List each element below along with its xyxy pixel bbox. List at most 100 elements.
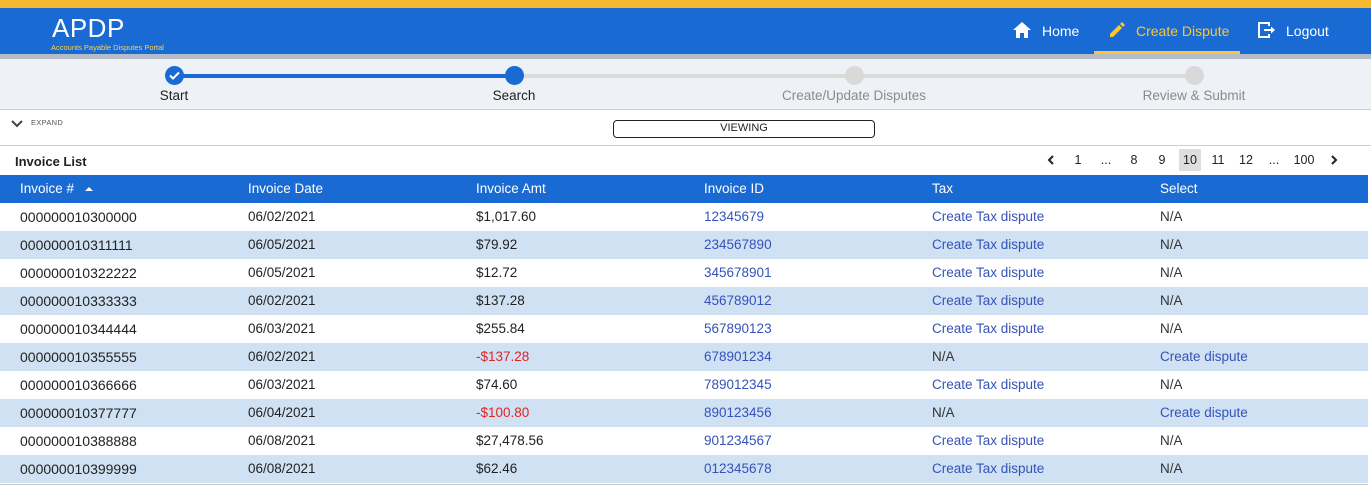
table-row: 000000010311111 06/05/2021 $79.92 234567890… — [0, 231, 1368, 259]
page-ellipsis: ... — [1100, 153, 1112, 167]
tax-na-cell: N/A — [932, 405, 955, 420]
select-na-cell: N/A — [1160, 293, 1183, 308]
select-na-cell: N/A — [1160, 265, 1183, 280]
invoice-id-link[interactable]: 345678901 — [704, 259, 772, 287]
invoice-number-cell: 000000010399999 — [20, 461, 137, 477]
create-tax-dispute-link[interactable]: Create Tax dispute — [932, 455, 1044, 483]
nav-logout-label: Logout — [1286, 23, 1329, 39]
invoice-id-link[interactable]: 456789012 — [704, 287, 772, 315]
chevron-left-icon — [1047, 155, 1054, 165]
top-accent-bar — [0, 0, 1371, 8]
invoice-id-link[interactable]: 567890123 — [704, 315, 772, 343]
invoice-number-cell: 000000010333333 — [20, 293, 137, 309]
nav-logout[interactable]: Logout — [1256, 8, 1329, 54]
tax-na-cell: N/A — [932, 349, 955, 364]
invoice-id-link[interactable]: 901234567 — [704, 427, 772, 455]
create-tax-dispute-link[interactable]: Create Tax dispute — [932, 287, 1044, 315]
column-header-invoice-amt[interactable]: Invoice Amt — [476, 175, 546, 203]
invoice-number-cell: 000000010388888 — [20, 433, 137, 449]
table-row: 000000010344444 06/03/2021 $255.84 56789012… — [0, 315, 1368, 343]
logout-icon — [1256, 21, 1286, 42]
invoice-amount-cell: -$137.28 — [476, 349, 530, 364]
page-button[interactable]: 12 — [1235, 149, 1257, 171]
invoice-number-cell: 000000010344444 — [20, 321, 137, 337]
pagination-next[interactable] — [1323, 149, 1345, 171]
table-bottom-border — [0, 484, 1368, 485]
column-header-tax[interactable]: Tax — [932, 175, 953, 203]
column-header-invoice-number[interactable]: Invoice # — [20, 175, 94, 203]
create-tax-dispute-link[interactable]: Create Tax dispute — [932, 315, 1044, 343]
step-label-search: Search — [492, 88, 536, 103]
column-header-invoice-date[interactable]: Invoice Date — [248, 175, 323, 203]
select-na-cell: N/A — [1160, 433, 1183, 448]
progress-stepper: Start Search Create/Update Disputes Revi… — [0, 59, 1371, 109]
invoice-date-cell: 06/03/2021 — [248, 321, 316, 336]
select-na-cell: N/A — [1160, 377, 1183, 392]
create-dispute-link[interactable]: Create dispute — [1160, 399, 1248, 427]
page-button[interactable]: 100 — [1291, 149, 1317, 171]
column-header-label: Invoice # — [20, 181, 75, 196]
invoice-id-link[interactable]: 678901234 — [704, 343, 772, 371]
invoice-date-cell: 06/03/2021 — [248, 377, 316, 392]
app-logo[interactable]: APDP — [52, 14, 125, 42]
page-button[interactable]: 9 — [1151, 149, 1173, 171]
nav-home[interactable]: Home — [1012, 8, 1079, 54]
home-icon — [1012, 21, 1042, 42]
create-tax-dispute-link[interactable]: Create Tax dispute — [932, 231, 1044, 259]
page-button[interactable]: 1 — [1067, 149, 1089, 171]
create-tax-dispute-link[interactable]: Create Tax dispute — [932, 259, 1044, 287]
invoice-date-cell: 06/02/2021 — [248, 293, 316, 308]
invoice-number-cell: 000000010311111 — [20, 237, 133, 253]
invoice-amount-cell: $255.84 — [476, 321, 525, 336]
invoice-amount-cell: $62.46 — [476, 461, 518, 476]
column-header-invoice-id[interactable]: Invoice ID — [704, 175, 764, 203]
step-search-dot — [505, 66, 524, 85]
invoice-list-title: Invoice List — [15, 154, 87, 169]
table-row: 000000010355555 06/02/2021 -$137.28 6789012… — [0, 343, 1368, 371]
invoice-number-cell: 000000010355555 — [20, 349, 137, 365]
table-row: 000000010399999 06/08/2021 $62.46 012345678… — [0, 455, 1368, 483]
table-row: 000000010333333 06/02/2021 $137.28 45678901… — [0, 287, 1368, 315]
table-row: 000000010388888 06/08/2021 $27,478.56 90123… — [0, 427, 1368, 455]
page-button[interactable]: 11 — [1207, 149, 1229, 171]
page-button[interactable]: 8 — [1123, 149, 1145, 171]
invoice-amount-cell: $12.72 — [476, 265, 518, 280]
invoice-id-link[interactable]: 789012345 — [704, 371, 772, 399]
invoice-date-cell: 06/02/2021 — [248, 349, 316, 364]
column-header-select[interactable]: Select — [1160, 175, 1198, 203]
table-row: 000000010300000 06/02/2021 $1,017.60 123456… — [0, 203, 1368, 231]
step-start-dot — [165, 66, 184, 85]
table-header: Invoice # Invoice Date Invoice Amt Invoi… — [0, 175, 1368, 203]
invoice-date-cell: 06/02/2021 — [248, 209, 316, 224]
active-nav-underline — [1094, 51, 1240, 54]
expand-panel: EXPAND VIEWING — [0, 109, 1371, 146]
nav-create-dispute[interactable]: Create Dispute — [1094, 8, 1240, 54]
step-review-dot — [1185, 66, 1204, 85]
invoice-amount-cell: $137.28 — [476, 293, 525, 308]
chevron-down-icon[interactable] — [10, 116, 24, 134]
invoice-id-link[interactable]: 890123456 — [704, 399, 772, 427]
expand-toggle[interactable]: EXPAND — [31, 118, 63, 127]
page-ellipsis: ... — [1268, 153, 1280, 167]
invoice-amount-cell: $27,478.56 — [476, 433, 544, 448]
create-tax-dispute-link[interactable]: Create Tax dispute — [932, 203, 1044, 231]
invoice-id-link[interactable]: 234567890 — [704, 231, 772, 259]
table-row: 000000010322222 06/05/2021 $12.72 345678901… — [0, 259, 1368, 287]
viewing-button[interactable]: VIEWING — [613, 120, 875, 138]
table-row: 000000010366666 06/03/2021 $74.60 789012345… — [0, 371, 1368, 399]
chevron-right-icon — [1331, 155, 1338, 165]
app-subtitle: Accounts Payable Disputes Portal — [51, 43, 164, 52]
create-dispute-link[interactable]: Create dispute — [1160, 343, 1248, 371]
invoice-number-cell: 000000010377777 — [20, 405, 137, 421]
stepper-track-complete — [174, 74, 514, 78]
pencil-icon — [1108, 21, 1136, 42]
invoice-date-cell: 06/05/2021 — [248, 265, 316, 280]
create-tax-dispute-link[interactable]: Create Tax dispute — [932, 371, 1044, 399]
invoice-id-link[interactable]: 012345678 — [704, 455, 772, 483]
invoice-date-cell: 06/04/2021 — [248, 405, 316, 420]
invoice-id-link[interactable]: 12345679 — [704, 203, 764, 231]
page-button-current[interactable]: 10 — [1179, 149, 1201, 171]
pagination-prev[interactable] — [1040, 149, 1062, 171]
create-tax-dispute-link[interactable]: Create Tax dispute — [932, 427, 1044, 455]
check-icon — [169, 71, 180, 80]
